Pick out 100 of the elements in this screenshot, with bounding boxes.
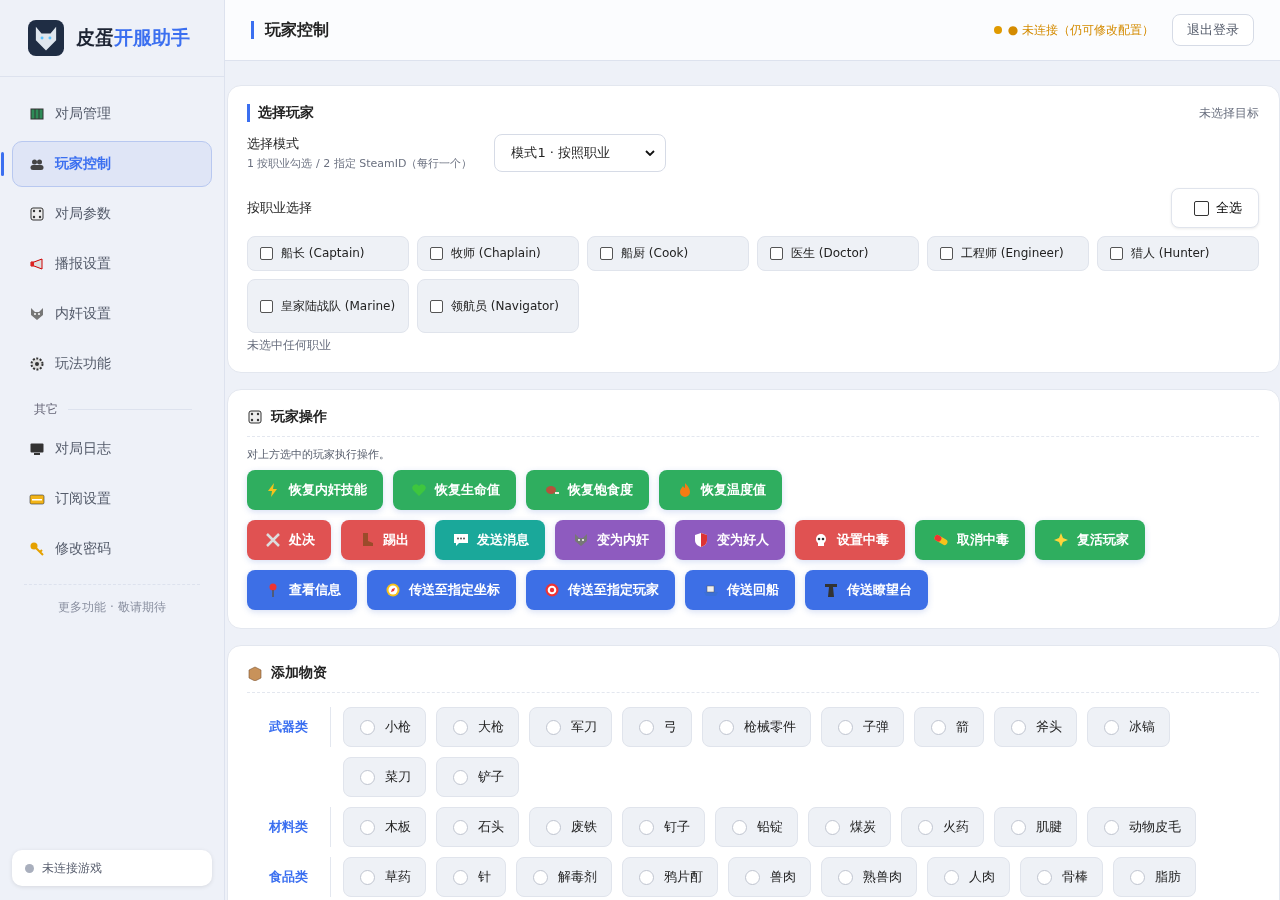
sidebar-item[interactable]: 订阅设置 (12, 476, 212, 522)
item-option[interactable]: 人肉 (927, 857, 1010, 897)
item-option[interactable]: 熟兽肉 (821, 857, 917, 897)
sidebar-item[interactable]: 玩法功能 (12, 341, 212, 387)
item-option[interactable]: 解毒剂 (516, 857, 612, 897)
item-option[interactable]: 斧头 (994, 707, 1077, 747)
item-option[interactable]: 弓 (622, 707, 692, 747)
item-option[interactable]: 肌腱 (994, 807, 1077, 847)
radio-button[interactable] (639, 869, 654, 885)
app-title: 皮蛋开服助手 (76, 25, 190, 50)
job-option[interactable]: 船长 (Captain) (247, 236, 409, 271)
sidebar-item[interactable]: 播报设置 (12, 241, 212, 287)
compass-icon (385, 582, 401, 598)
radio-button[interactable] (825, 819, 840, 835)
item-option[interactable]: 兽肉 (728, 857, 811, 897)
radio-button[interactable] (931, 719, 946, 735)
item-option[interactable]: 煤炭 (808, 807, 891, 847)
radio-button[interactable] (360, 769, 375, 785)
item-option[interactable]: 鸦片酊 (622, 857, 718, 897)
radio-button[interactable] (944, 869, 959, 885)
item-option[interactable]: 小枪 (343, 707, 426, 747)
radio-button[interactable] (1011, 719, 1026, 735)
job-option[interactable]: 领航员 (Navigator) (417, 279, 579, 333)
action-button[interactable]: 变为内奸 (555, 520, 665, 560)
sidebar-item[interactable]: 对局管理 (12, 91, 212, 137)
item-option[interactable]: 铲子 (436, 757, 519, 797)
item-option[interactable]: 军刀 (529, 707, 612, 747)
action-button[interactable]: 传送回船 (685, 570, 795, 610)
job-option[interactable]: 船厨 (Cook) (587, 236, 749, 271)
item-option[interactable]: 草药 (343, 857, 426, 897)
checkbox[interactable] (430, 247, 443, 260)
mode-select[interactable]: 模式1 · 按照职业 (494, 134, 667, 172)
checkbox[interactable] (260, 299, 273, 313)
item-option[interactable]: 脂肪 (1113, 857, 1196, 897)
radio-button[interactable] (360, 819, 375, 835)
radio-button[interactable] (453, 869, 468, 885)
job-option[interactable]: 医生 (Doctor) (757, 236, 919, 271)
select-all-button[interactable]: 全选 (1171, 188, 1259, 228)
item-option[interactable]: 木板 (343, 807, 426, 847)
sidebar-item[interactable]: 对局参数 (12, 191, 212, 237)
item-option[interactable]: 枪械零件 (702, 707, 811, 747)
job-option[interactable]: 皇家陆战队 (Marine) (247, 279, 409, 333)
radio-button[interactable] (719, 719, 734, 735)
action-button[interactable]: 传送瞭望台 (805, 570, 928, 610)
item-option[interactable]: 大枪 (436, 707, 519, 747)
action-button[interactable]: 处决 (247, 520, 331, 560)
item-option[interactable]: 子弹 (821, 707, 904, 747)
radio-button[interactable] (533, 869, 548, 885)
sidebar-item[interactable]: 修改密码 (12, 526, 212, 572)
checkbox[interactable] (1110, 247, 1123, 260)
radio-button[interactable] (546, 719, 561, 735)
radio-button[interactable] (639, 819, 654, 835)
radio-button[interactable] (918, 819, 933, 835)
category-label: 武器类 (247, 707, 331, 747)
job-option[interactable]: 工程师 (Engineer) (927, 236, 1089, 271)
checkbox[interactable] (940, 247, 953, 260)
radio-button[interactable] (1037, 869, 1052, 885)
item-option[interactable]: 钉子 (622, 807, 705, 847)
item-option[interactable]: 石头 (436, 807, 519, 847)
radio-button[interactable] (639, 719, 654, 735)
radio-button[interactable] (453, 819, 468, 835)
checkbox[interactable] (260, 247, 273, 260)
sidebar-item[interactable]: 对局日志 (12, 426, 212, 472)
item-option[interactable]: 动物皮毛 (1087, 807, 1196, 847)
radio-button[interactable] (1130, 869, 1145, 885)
action-button[interactable]: 设置中毒 (795, 520, 905, 560)
sidebar-item[interactable]: 内奸设置 (12, 291, 212, 337)
radio-button[interactable] (745, 869, 760, 885)
logout-button[interactable]: 退出登录 (1172, 14, 1254, 46)
action-button[interactable]: 踢出 (341, 520, 425, 560)
item-option[interactable]: 冰镐 (1087, 707, 1170, 747)
radio-button[interactable] (360, 869, 375, 885)
action-button[interactable]: 变为好人 (675, 520, 785, 560)
radio-button[interactable] (1011, 819, 1026, 835)
item-option[interactable]: 箭 (914, 707, 984, 747)
item-option[interactable]: 废铁 (529, 807, 612, 847)
radio-button[interactable] (1104, 819, 1119, 835)
checkbox[interactable] (430, 299, 443, 313)
job-option[interactable]: 猎人 (Hunter) (1097, 236, 1259, 271)
item-option[interactable]: 铅锭 (715, 807, 798, 847)
radio-button[interactable] (838, 869, 853, 885)
radio-button[interactable] (838, 719, 853, 735)
radio-button[interactable] (732, 819, 747, 835)
item-option[interactable]: 骨棒 (1020, 857, 1103, 897)
checkbox[interactable] (770, 247, 783, 260)
item-option[interactable]: 菜刀 (343, 757, 426, 797)
action-button[interactable]: 传送至指定玩家 (526, 570, 675, 610)
action-button[interactable]: 传送至指定坐标 (367, 570, 516, 610)
item-option[interactable]: 火药 (901, 807, 984, 847)
radio-button[interactable] (546, 819, 561, 835)
radio-button[interactable] (453, 719, 468, 735)
radio-button[interactable] (360, 719, 375, 735)
job-option[interactable]: 牧师 (Chaplain) (417, 236, 579, 271)
checkbox[interactable] (600, 247, 613, 260)
radio-button[interactable] (453, 769, 468, 785)
item-option[interactable]: 针 (436, 857, 506, 897)
card-title: 玩家操作 (271, 408, 327, 426)
radio-button[interactable] (1104, 719, 1119, 735)
page-title: 玩家控制 (251, 21, 329, 39)
action-button[interactable]: 查看信息 (247, 570, 357, 610)
